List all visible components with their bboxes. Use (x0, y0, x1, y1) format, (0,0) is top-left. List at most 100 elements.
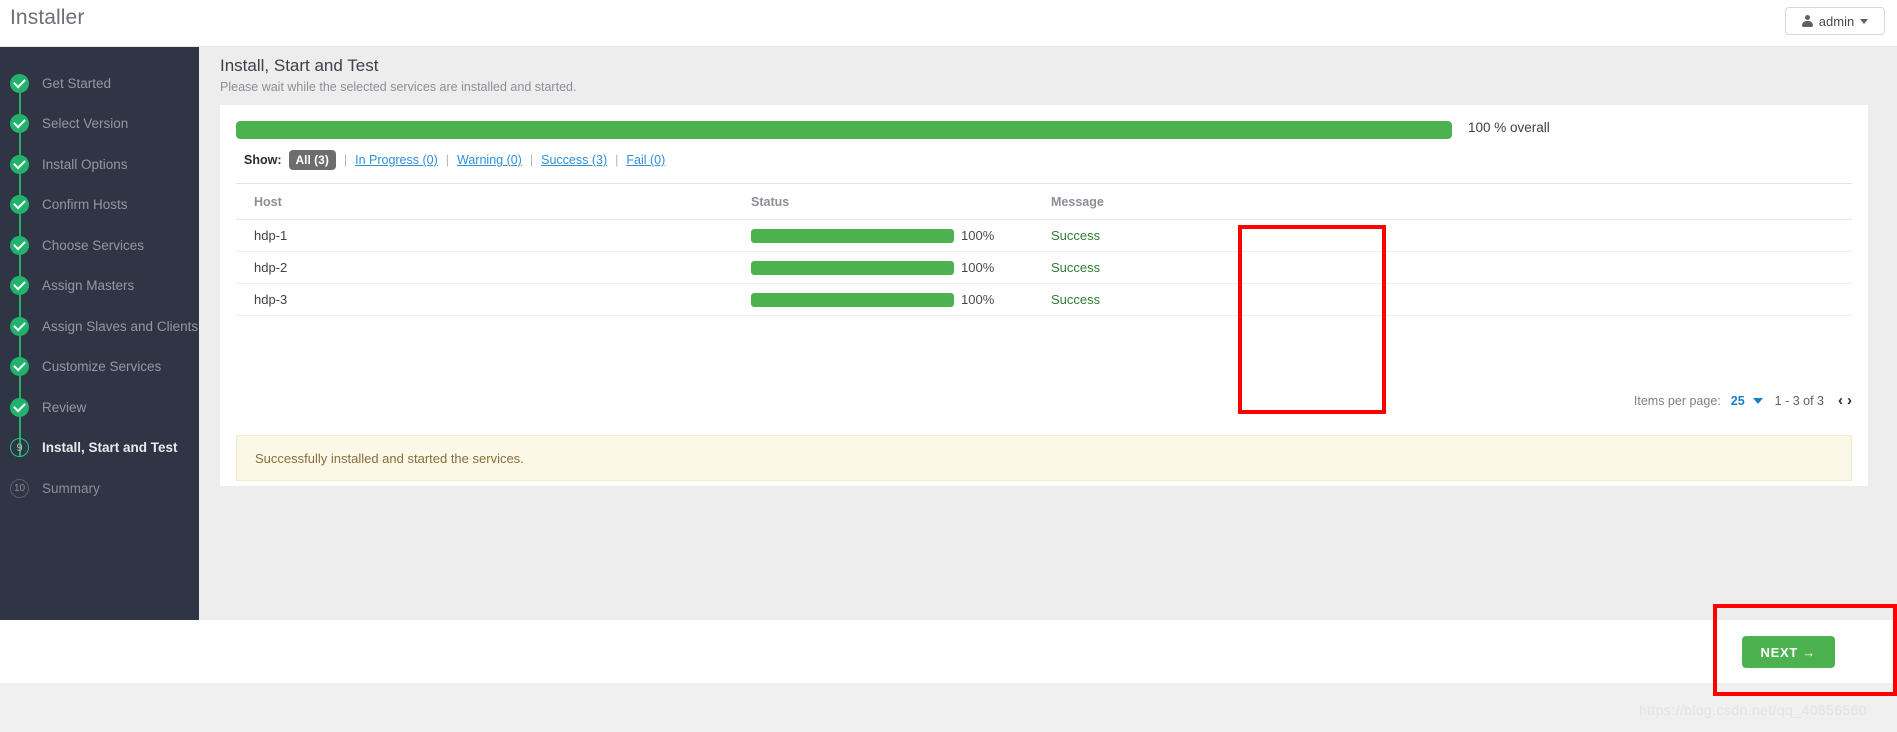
table-footer-spacer (236, 316, 1852, 350)
cell-host: hdp-3 (254, 292, 288, 307)
row-progress-fill (751, 228, 954, 243)
sidebar-item-label: Summary (42, 480, 100, 496)
sidebar-item-label: Install, Start and Test (42, 440, 178, 456)
sidebar-item-label: Review (42, 399, 87, 415)
sidebar-item-label: Select Version (42, 116, 129, 132)
column-header-host: Host (254, 194, 282, 209)
sidebar-item-label: Customize Services (42, 359, 162, 375)
cell-status: 100% (751, 292, 1027, 307)
overall-progress-label: 100 % overall (1468, 120, 1550, 135)
sidebar-item-label: Install Options (42, 156, 128, 172)
step-check-icon (10, 357, 29, 377)
sidebar-item-label: Get Started (42, 75, 112, 91)
page-subtitle: Please wait while the selected services … (220, 80, 577, 94)
status-notice-text: Successfully installed and started the s… (255, 450, 524, 466)
sidebar-item-customize-services[interactable]: Customize Services (0, 347, 199, 416)
step-check-icon (10, 73, 29, 93)
chevron-down-icon[interactable] (1752, 397, 1763, 404)
previous-page-icon[interactable]: ‹ (1838, 393, 1843, 408)
row-progress-fill (751, 292, 954, 307)
page-title: Install, Start and Test (220, 56, 379, 75)
watermark-text: https://blog.csdn.net/qq_40856560 (1638, 702, 1867, 718)
step-check-icon (10, 316, 29, 336)
main-content: Install, Start and Test Please wait whil… (199, 47, 1897, 620)
sidebar-item-install-start-and-test[interactable]: 9 Install, Start and Test (0, 428, 199, 469)
row-progress-bar (751, 292, 954, 307)
sidebar-item-label: Confirm Hosts (42, 197, 128, 213)
step-check-icon (10, 235, 29, 255)
filter-bar: Show: All (3) | In Progress (0) | Warnin… (244, 150, 665, 170)
user-menu-button[interactable]: admin (1785, 7, 1885, 35)
sidebar-item-choose-services[interactable]: Choose Services (0, 225, 199, 294)
overall-progress-row: 100 % overall (236, 118, 1852, 142)
overall-progress-bar (236, 121, 1452, 139)
footer-bar: NEXT → (0, 620, 1897, 683)
overall-progress-fill (236, 121, 1452, 139)
sidebar-item-assign-masters[interactable]: Assign Masters (0, 266, 199, 335)
table-header-row: Host Status Message (236, 184, 1852, 220)
row-progress-bar (751, 228, 954, 243)
cell-host: hdp-1 (254, 228, 288, 243)
filter-show-label: Show: (244, 153, 282, 167)
person-icon (1801, 14, 1813, 28)
top-bar: Installer admin (0, 0, 1897, 47)
cell-message: Success (1051, 260, 1101, 275)
row-progress-label: 100% (961, 260, 995, 275)
step-check-icon (10, 195, 29, 215)
table-row[interactable]: hdp-3 100% Success (236, 284, 1852, 316)
sidebar-item-review[interactable]: Review (0, 387, 199, 456)
sidebar-item-confirm-hosts[interactable]: Confirm Hosts (0, 185, 199, 254)
user-menu-label: admin (1818, 13, 1855, 29)
step-number-badge: 10 (10, 478, 29, 498)
table-row[interactable]: hdp-2 100% Success (236, 252, 1852, 284)
column-header-message: Message (1051, 194, 1104, 209)
row-progress-label: 100% (961, 228, 995, 243)
pagination-range-label: 1 - 3 of 3 (1774, 393, 1824, 408)
sidebar-item-label: Assign Masters (42, 278, 135, 294)
filter-separator: | (529, 153, 534, 167)
filter-fail[interactable]: Fail (0) (626, 153, 665, 167)
step-check-icon (10, 154, 29, 174)
filter-separator: | (445, 153, 450, 167)
sidebar-item-summary[interactable]: 10 Summary (0, 468, 199, 509)
items-per-page-select[interactable]: 25 (1731, 394, 1745, 408)
items-per-page-label: Items per page: (1633, 393, 1721, 408)
filter-in-progress[interactable]: In Progress (0) (355, 153, 438, 167)
app-title: Installer (10, 6, 85, 29)
filter-separator: | (343, 153, 348, 167)
status-notice-banner: Successfully installed and started the s… (236, 435, 1852, 481)
step-check-icon (10, 276, 29, 296)
page-background-strip (0, 683, 1897, 732)
filter-separator: | (615, 153, 619, 167)
sidebar: Get Started Select Version Install Optio… (0, 47, 199, 620)
cell-status: 100% (751, 228, 1027, 243)
column-header-status: Status (751, 194, 790, 209)
chevron-down-icon (1860, 18, 1869, 24)
pagination-arrows: ‹ › (1838, 393, 1852, 408)
filter-warning[interactable]: Warning (0) (457, 153, 522, 167)
row-progress-fill (751, 260, 954, 275)
next-page-icon[interactable]: › (1847, 393, 1852, 408)
sidebar-item-get-started[interactable]: Get Started (0, 63, 199, 132)
cell-message: Success (1051, 292, 1101, 307)
paginator: Items per page: 25 1 - 3 of 3 ‹ › (1634, 393, 1852, 408)
cell-message: Success (1051, 228, 1101, 243)
sidebar-item-label: Assign Slaves and Clients (42, 318, 199, 334)
host-status-table: Host Status Message hdp-1 100% Success h… (236, 184, 1852, 350)
filter-all[interactable]: All (3) (288, 150, 336, 170)
row-progress-bar (751, 260, 954, 275)
progress-card: 100 % overall Show: All (3) | In Progres… (220, 105, 1868, 486)
sidebar-item-select-version[interactable]: Select Version (0, 104, 199, 173)
sidebar-item-label: Choose Services (42, 237, 145, 253)
cell-host: hdp-2 (254, 260, 288, 275)
row-progress-label: 100% (961, 292, 995, 307)
step-number-badge: 9 (10, 438, 29, 458)
sidebar-item-install-options[interactable]: Install Options (0, 144, 199, 213)
sidebar-item-assign-slaves-and-clients[interactable]: Assign Slaves and Clients (0, 306, 199, 375)
filter-success[interactable]: Success (3) (541, 153, 607, 167)
sidebar-step-list: Get Started Select Version Install Optio… (0, 47, 199, 509)
next-button[interactable]: NEXT → (1741, 636, 1835, 668)
table-row[interactable]: hdp-1 100% Success (236, 220, 1852, 252)
step-check-icon (10, 114, 29, 134)
step-check-icon (10, 397, 29, 417)
